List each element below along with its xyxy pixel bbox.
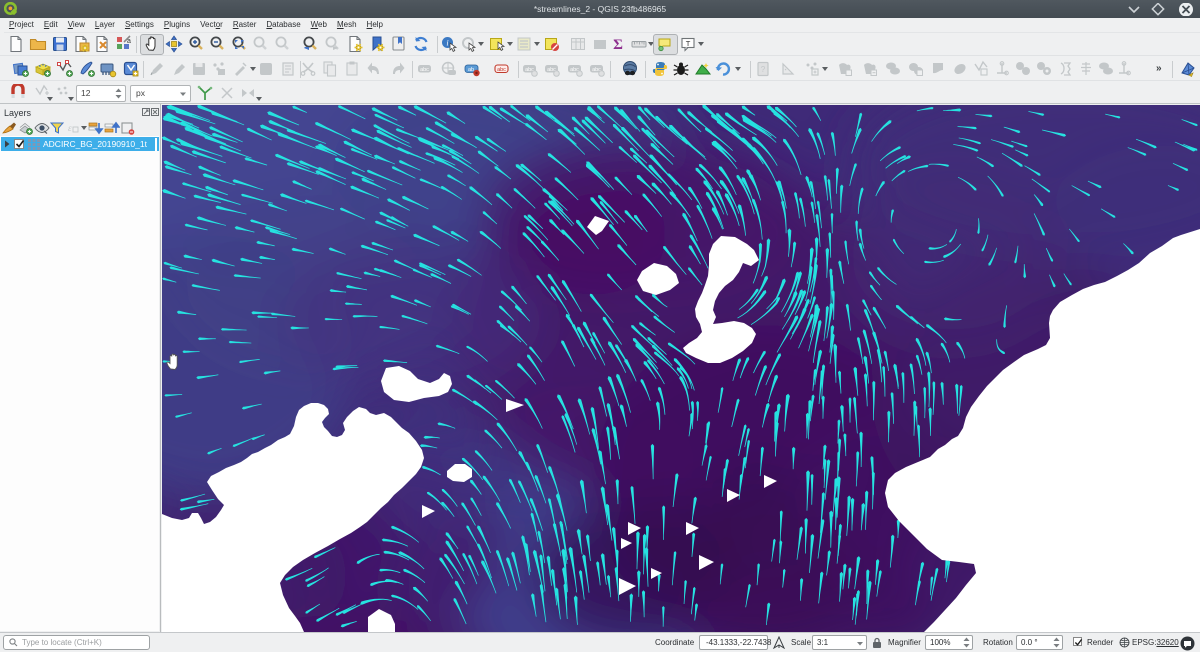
svg-text:abc: abc — [497, 67, 506, 73]
svg-text:Σ: Σ — [613, 37, 623, 53]
svg-text:T: T — [686, 39, 691, 48]
svg-text:ab: ab — [468, 67, 474, 73]
svg-text:ε: ε — [68, 123, 72, 133]
svg-text:abc: abc — [420, 67, 429, 73]
svg-text:i: i — [446, 39, 448, 48]
svg-text:?: ? — [761, 65, 766, 74]
